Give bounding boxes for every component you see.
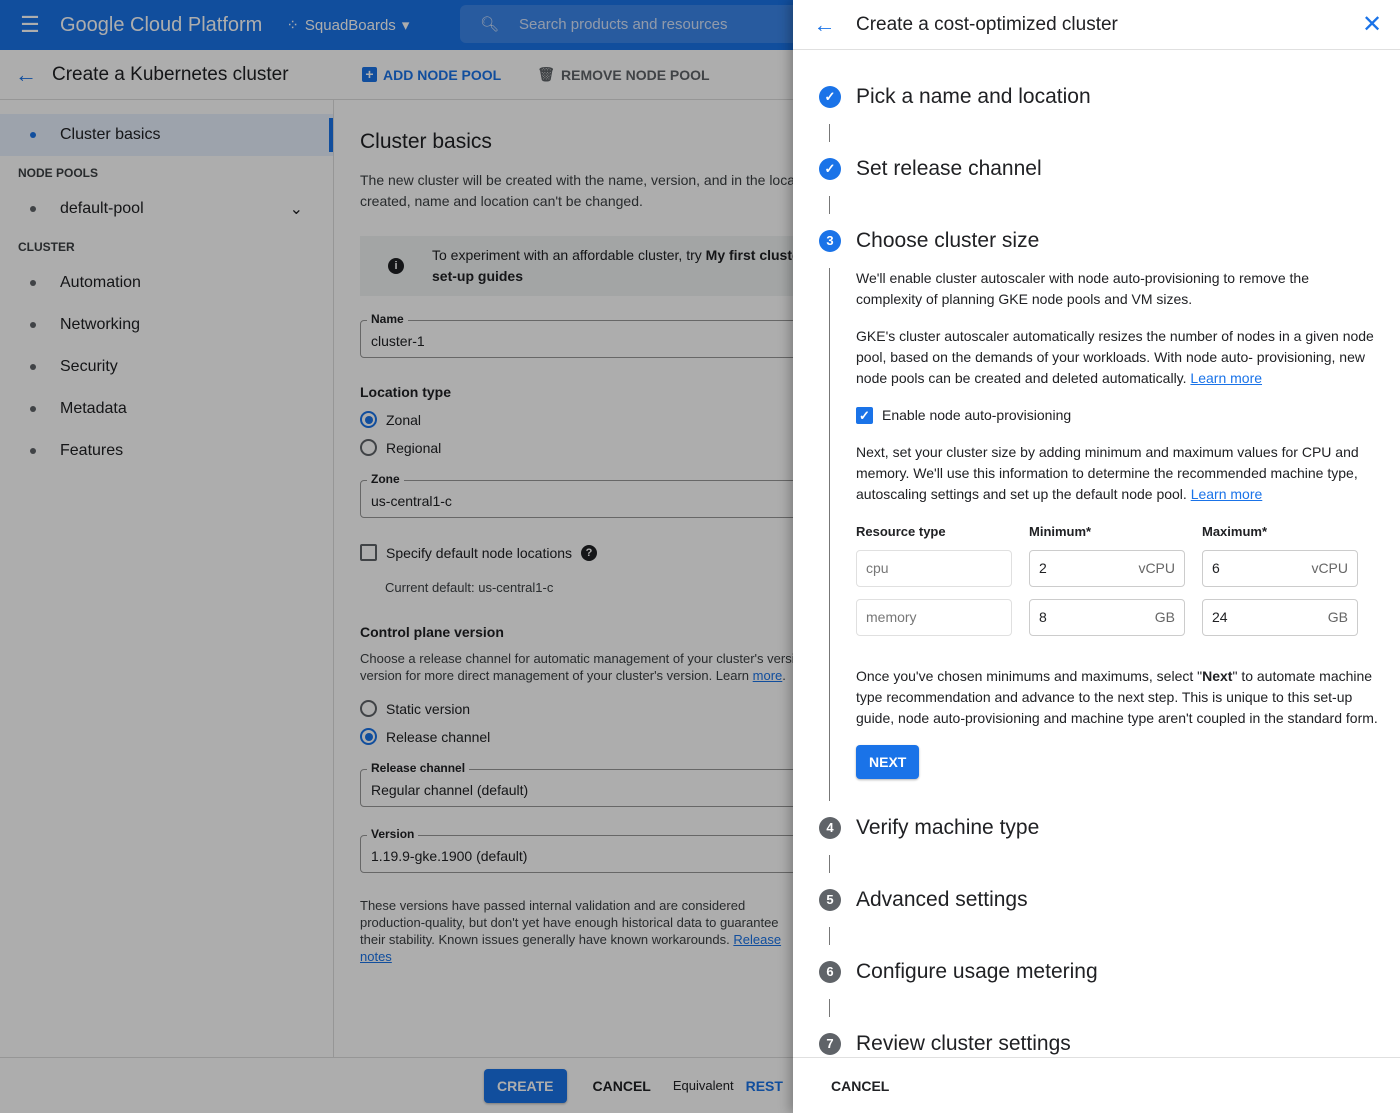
- close-icon[interactable]: ✕: [1344, 10, 1400, 39]
- step-connector: [829, 855, 830, 873]
- back-arrow-icon[interactable]: ←: [793, 12, 856, 38]
- step-5[interactable]: 5 Advanced settings: [819, 873, 1379, 927]
- check-circle-icon: ✓: [819, 158, 841, 180]
- learn-more-link[interactable]: Learn more: [1190, 370, 1262, 386]
- step-1[interactable]: ✓ Pick a name and location: [819, 70, 1379, 124]
- step-connector: [829, 999, 830, 1017]
- resource-type-memory: memory: [856, 599, 1012, 636]
- step-2[interactable]: ✓ Set release channel: [819, 142, 1379, 196]
- resource-type-cpu: cpu: [856, 550, 1012, 587]
- column-header: Maximum*: [1202, 524, 1268, 539]
- learn-more-link[interactable]: Learn more: [1191, 486, 1263, 502]
- paragraph: GKE's cluster autoscaler automatically r…: [856, 328, 1374, 386]
- cost-optimized-cluster-drawer: ← Create a cost-optimized cluster ✕ ✓ Pic…: [793, 0, 1400, 1113]
- step-number-badge: 6: [819, 961, 841, 983]
- paragraph: Once you've chosen minimums and maximums…: [856, 668, 1378, 726]
- step-3-content: We'll enable cluster autoscaler with nod…: [829, 268, 1379, 801]
- drawer-title: Create a cost-optimized cluster: [856, 13, 1118, 35]
- drawer-cancel-button[interactable]: CANCEL: [831, 1078, 889, 1094]
- step-4[interactable]: 4 Verify machine type: [819, 801, 1379, 855]
- step-connector: [829, 124, 830, 142]
- memory-maximum-input[interactable]: 24 GB: [1202, 599, 1358, 636]
- step-3[interactable]: 3 Choose cluster size: [819, 214, 1379, 268]
- resource-table: Resource type Minimum* Maximum* cpu 2 vCP…: [856, 521, 1379, 636]
- cpu-minimum-input[interactable]: 2 vCPU: [1029, 550, 1185, 587]
- cpu-maximum-input[interactable]: 6 vCPU: [1202, 550, 1358, 587]
- step-number-badge: 7: [819, 1033, 841, 1055]
- check-circle-icon: ✓: [819, 86, 841, 108]
- step-number-badge: 3: [819, 230, 841, 252]
- step-connector: [829, 927, 830, 945]
- column-header: Resource type: [856, 524, 946, 539]
- paragraph: We'll enable cluster autoscaler with nod…: [856, 270, 1309, 307]
- step-6[interactable]: 6 Configure usage metering: [819, 945, 1379, 999]
- step-number-badge: 5: [819, 889, 841, 911]
- stepper: ✓ Pick a name and location ✓ Set release c…: [819, 70, 1379, 1071]
- checkbox-checked-icon: ✓: [856, 407, 873, 424]
- memory-minimum-input[interactable]: 8 GB: [1029, 599, 1185, 636]
- next-button[interactable]: NEXT: [856, 745, 920, 779]
- step-connector: [829, 196, 830, 214]
- step-number-badge: 4: [819, 817, 841, 839]
- auto-provisioning-checkbox[interactable]: ✓ Enable node auto-provisioning: [856, 405, 1379, 426]
- drawer-footer: CANCEL: [793, 1057, 1400, 1113]
- paragraph: Next, set your cluster size by adding mi…: [856, 444, 1359, 502]
- column-header: Minimum*: [1029, 524, 1092, 539]
